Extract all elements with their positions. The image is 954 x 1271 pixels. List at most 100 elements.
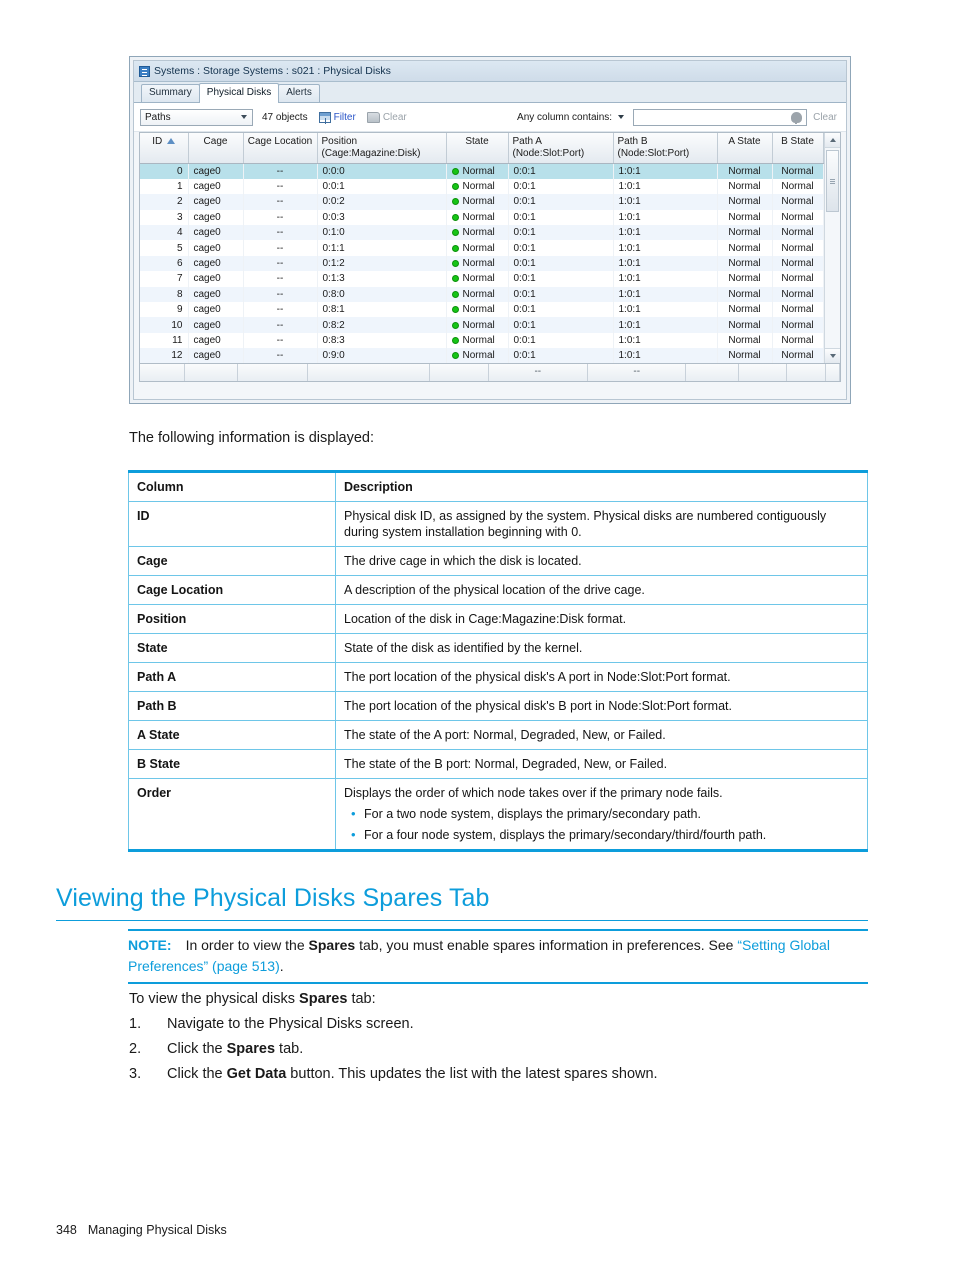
cell-path-a[interactable]: 0:0:1 xyxy=(508,163,614,179)
tab-physical-disks[interactable]: Physical Disks xyxy=(198,83,280,103)
col-header-path-a[interactable]: Path A (Node:Slot:Port) xyxy=(508,133,614,164)
col-header-id[interactable]: ID xyxy=(140,133,189,164)
table-row[interactable]: 2 cage0 -- 0:0:2 Normal 0:0:1 1:0:1 Normal Norma… xyxy=(140,194,840,210)
cell-path-b[interactable]: 1:0:1 xyxy=(613,194,718,210)
col-header-state[interactable]: State xyxy=(446,133,509,164)
scrollbar-thumb[interactable] xyxy=(826,150,839,212)
cell-b-state: Normal xyxy=(772,302,824,318)
cell-path-a[interactable]: 0:0:1 xyxy=(508,209,614,226)
cell-path-a[interactable]: 0:0:1 xyxy=(508,271,614,287)
status-ok-icon xyxy=(451,213,459,221)
cell-cage[interactable]: cage0 xyxy=(188,225,244,241)
cell-cage[interactable]: cage0 xyxy=(188,209,244,226)
cell-cage[interactable]: cage0 xyxy=(188,271,244,287)
table-row[interactable]: 1 cage0 -- 0:0:1 Normal 0:0:1 1:0:1 Normal Norma… xyxy=(140,178,840,195)
table-row[interactable]: 7 cage0 -- 0:1:3 Normal 0:0:1 1:0:1 Normal Norma… xyxy=(140,271,840,287)
order-bullet-list: For a two node system, displays the prim… xyxy=(344,806,859,843)
cell-path-b[interactable]: 1:0:1 xyxy=(613,286,718,303)
note-bottom-rule xyxy=(128,982,868,984)
scroll-down-button[interactable] xyxy=(825,348,840,363)
cell-state: Normal xyxy=(446,255,509,272)
cell-path-b[interactable]: 1:0:1 xyxy=(613,240,718,256)
cell-path-a[interactable]: 0:0:1 xyxy=(508,240,614,256)
cell-b-state: Normal xyxy=(772,271,824,287)
cell-cage[interactable]: cage0 xyxy=(188,178,244,195)
table-row[interactable]: 4 cage0 -- 0:1:0 Normal 0:0:1 1:0:1 Normal Norma… xyxy=(140,225,840,241)
scrollbar-track[interactable] xyxy=(825,148,840,348)
clear-filter-button[interactable]: Clear xyxy=(366,111,407,123)
desc-table-row: Cage The drive cage in which the disk is … xyxy=(128,546,868,576)
cell-cage[interactable]: cage0 xyxy=(188,194,244,210)
cell-cage[interactable]: cage0 xyxy=(188,286,244,303)
any-column-chevron-down-icon[interactable] xyxy=(618,115,625,119)
cell-path-a[interactable]: 0:0:1 xyxy=(508,255,614,272)
cell-path-b[interactable]: 1:0:1 xyxy=(613,163,718,179)
list-item: 3. Click the Get Data button. This update… xyxy=(129,1062,658,1087)
cell-path-b[interactable]: 1:0:1 xyxy=(613,225,718,241)
col-header-cage[interactable]: Cage xyxy=(188,133,244,164)
summary-cell xyxy=(307,364,430,381)
grid-toolbar: Paths 47 objects Filter Clear Any column… xyxy=(134,103,846,132)
table-row[interactable]: 10 cage0 -- 0:8:2 Normal 0:0:1 1:0:1 Normal Norm… xyxy=(140,317,840,333)
cell-path-a[interactable]: 0:0:1 xyxy=(508,332,614,349)
cell-path-b[interactable]: 1:0:1 xyxy=(613,255,718,272)
cell-path-b[interactable]: 1:0:1 xyxy=(613,348,718,364)
cell-path-a[interactable]: 0:0:1 xyxy=(508,317,614,333)
cell-path-b[interactable]: 1:0:1 xyxy=(613,302,718,318)
cell-cage[interactable]: cage0 xyxy=(188,317,244,333)
cell-cage[interactable]: cage0 xyxy=(188,302,244,318)
col-header-cage-location[interactable]: Cage Location xyxy=(243,133,318,164)
cell-cage[interactable]: cage0 xyxy=(188,240,244,256)
cell-path-a[interactable]: 0:0:1 xyxy=(508,225,614,241)
col-header-b-state[interactable]: B State xyxy=(772,133,824,164)
cell-id: 6 xyxy=(140,255,189,272)
col-header-position[interactable]: Position (Cage:Magazine:Disk) xyxy=(317,133,447,164)
cell-a-state: Normal xyxy=(717,163,773,179)
grid-vertical-scrollbar[interactable] xyxy=(824,133,840,363)
cell-path-b[interactable]: 1:0:1 xyxy=(613,209,718,226)
cell-cage[interactable]: cage0 xyxy=(188,163,244,179)
cell-cage-location: -- xyxy=(243,271,318,287)
search-input[interactable] xyxy=(633,108,808,126)
step-number: 3. xyxy=(129,1066,142,1082)
table-row[interactable]: 5 cage0 -- 0:1:1 Normal 0:0:1 1:0:1 Normal Norma… xyxy=(140,240,840,256)
cell-state: Normal xyxy=(446,194,509,210)
tab-summary[interactable]: Summary xyxy=(141,84,200,102)
col-header-path-b[interactable]: Path B (Node:Slot:Port) xyxy=(613,133,718,164)
table-row[interactable]: 6 cage0 -- 0:1:2 Normal 0:0:1 1:0:1 Normal Norma… xyxy=(140,255,840,272)
list-item: 2. Click the Spares tab. xyxy=(129,1037,658,1062)
desc-column-description: The drive cage in which the disk is loca… xyxy=(335,546,868,576)
table-row[interactable]: 12 cage0 -- 0:9:0 Normal 0:0:1 1:0:1 Normal Norm… xyxy=(140,348,840,364)
cell-cage-location: -- xyxy=(243,302,318,318)
col-header-a-state[interactable]: A State xyxy=(717,133,773,164)
table-row[interactable]: 0 cage0 -- 0:0:0 Normal 0:0:1 1:0:1 Normal Norma… xyxy=(140,163,840,179)
cell-cage[interactable]: cage0 xyxy=(188,255,244,272)
page-title: Viewing the Physical Disks Spares Tab xyxy=(56,884,490,912)
table-row[interactable]: 3 cage0 -- 0:0:3 Normal 0:0:1 1:0:1 Normal Norma… xyxy=(140,209,840,226)
cell-path-a[interactable]: 0:0:1 xyxy=(508,286,614,303)
cell-cage[interactable]: cage0 xyxy=(188,332,244,349)
cell-path-b[interactable]: 1:0:1 xyxy=(613,178,718,195)
tab-alerts[interactable]: Alerts xyxy=(278,84,320,102)
cell-path-a[interactable]: 0:0:1 xyxy=(508,348,614,364)
filter-button[interactable]: Filter xyxy=(318,111,356,124)
scroll-up-button[interactable] xyxy=(825,133,840,148)
view-select[interactable]: Paths xyxy=(140,108,253,126)
table-row[interactable]: 11 cage0 -- 0:8:3 Normal 0:0:1 1:0:1 Normal Norm… xyxy=(140,332,840,349)
cell-path-b[interactable]: 1:0:1 xyxy=(613,271,718,287)
cell-cage[interactable]: cage0 xyxy=(188,348,244,364)
desc-column-description: Displays the order of which node takes o… xyxy=(335,778,868,851)
table-row[interactable]: 8 cage0 -- 0:8:0 Normal 0:0:1 1:0:1 Normal Norma… xyxy=(140,286,840,303)
cell-path-a[interactable]: 0:0:1 xyxy=(508,194,614,210)
table-row[interactable]: 9 cage0 -- 0:8:1 Normal 0:0:1 1:0:1 Normal Norma… xyxy=(140,302,840,318)
clear-search-button[interactable]: Clear xyxy=(813,112,837,123)
desc-table-row: Cage Location A description of the physic… xyxy=(128,575,868,605)
desc-table-row: B State The state of the B port: Normal, … xyxy=(128,749,868,779)
cell-path-b[interactable]: 1:0:1 xyxy=(613,317,718,333)
cell-path-a[interactable]: 0:0:1 xyxy=(508,302,614,318)
cell-position: 0:1:1 xyxy=(317,240,447,256)
cell-id: 12 xyxy=(140,348,189,364)
cell-path-b[interactable]: 1:0:1 xyxy=(613,332,718,349)
cell-path-a[interactable]: 0:0:1 xyxy=(508,178,614,195)
any-column-label: Any column contains: xyxy=(517,111,613,123)
